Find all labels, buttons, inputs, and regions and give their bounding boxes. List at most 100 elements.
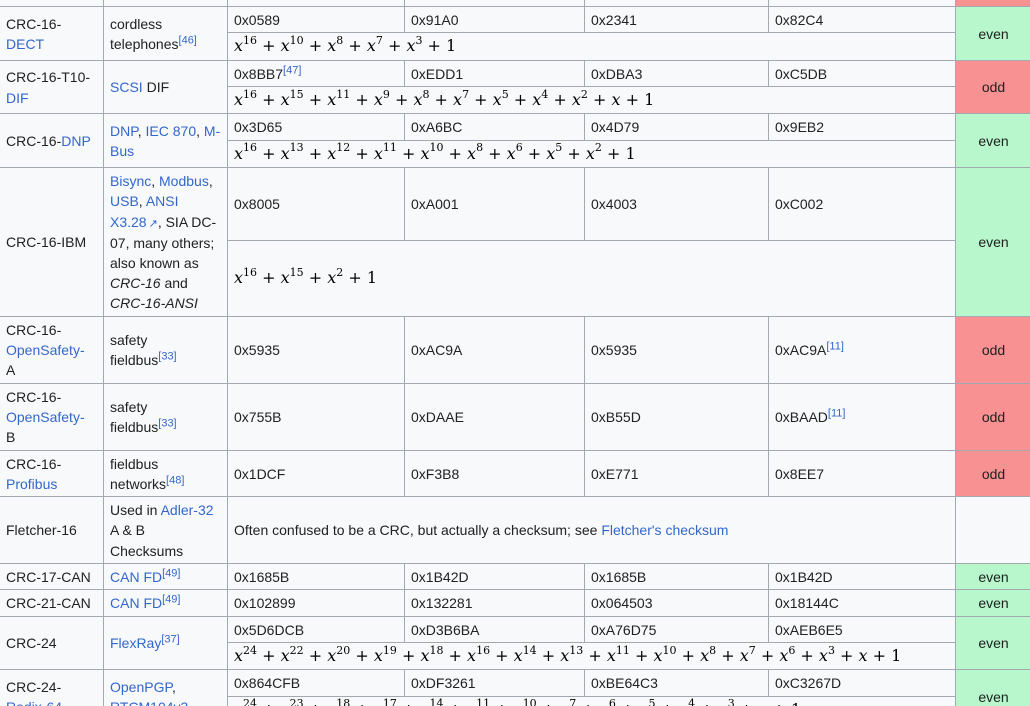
hex-cell-reversed: 0xF3B8 bbox=[404, 449, 585, 498]
hex-cell-reversed: 0x91A0 bbox=[404, 5, 585, 34]
static-text: CRC-16-T10- bbox=[6, 69, 91, 86]
reference-link[interactable]: [37] bbox=[161, 634, 179, 646]
uses-cell: fieldbus networks[48] bbox=[103, 449, 228, 498]
wiki-link[interactable]: Modbus bbox=[159, 173, 209, 189]
static-text: , bbox=[208, 173, 213, 190]
wiki-link[interactable]: IEC 870 bbox=[146, 123, 197, 139]
wiki-link[interactable]: FlexRay bbox=[110, 635, 161, 651]
hex-cell-reciprocal: 0x064503 bbox=[584, 589, 769, 617]
static-text: safety bbox=[110, 398, 148, 415]
wiki-link[interactable]: SCSI bbox=[110, 79, 143, 95]
crc-name-cell: CRC-16- DECT bbox=[0, 6, 104, 61]
uses-cell: CAN FD[49] bbox=[103, 563, 228, 591]
wiki-link[interactable]: DNP bbox=[110, 123, 138, 139]
static-text: fieldbus bbox=[110, 455, 159, 472]
external-link-icon[interactable]: ↗ bbox=[149, 218, 158, 230]
wiki-link[interactable]: Bisync bbox=[110, 173, 151, 189]
wiki-link[interactable]: OpenSafety- bbox=[6, 342, 85, 358]
hex-cell-reversed: 0xA001 bbox=[404, 167, 585, 241]
crc-name-cell: CRC-24 bbox=[0, 615, 104, 671]
hex-cell-reversed-reciprocal: 0x8EE7 bbox=[768, 449, 956, 498]
wiki-link[interactable]: Adler-32 bbox=[161, 502, 214, 518]
static-text: networks bbox=[110, 475, 167, 492]
crc-name-cell: CRC-16- Profibus bbox=[0, 449, 104, 498]
static-text: CRC-21-CAN bbox=[6, 595, 91, 612]
hex-cell-reversed-reciprocal: 0xAEB6E5 bbox=[768, 615, 956, 643]
wiki-link[interactable]: Profibus bbox=[6, 476, 57, 492]
static-text: fieldbus bbox=[110, 419, 159, 436]
hex-cell-reversed-reciprocal: 0xC3267D bbox=[768, 669, 956, 697]
static-text: CRC-16-IBM bbox=[6, 234, 87, 251]
wiki-link[interactable]: Radix-64 bbox=[6, 699, 62, 706]
hex-cell-reciprocal: 0xB55D bbox=[584, 382, 769, 451]
hex-cell-reciprocal: 0x2341 bbox=[584, 5, 769, 34]
reference-link[interactable]: [33] bbox=[158, 351, 176, 363]
hex-cell-reversed: 0xEDD1 bbox=[404, 59, 585, 87]
hex-cell-reversed: 0x1B42D bbox=[404, 563, 585, 591]
hex-cell-normal: 0x8BB7[47] bbox=[227, 59, 405, 87]
hex-cell-reversed-reciprocal: 0xC5DB bbox=[768, 59, 956, 87]
wiki-link[interactable]: CAN FD bbox=[110, 595, 162, 611]
table-row: Fletcher-16 Used in Adler-32 A & B Checks… bbox=[0, 496, 1030, 565]
static-text: CRC-16- bbox=[6, 388, 62, 405]
crc-name-cell: CRC-16- OpenSafety- B bbox=[0, 382, 104, 451]
table-row: CRC-16-IBM Bisync, Modbus, USB, ANSI X3.2… bbox=[0, 167, 1030, 317]
static-text: CRC-16- bbox=[6, 455, 62, 472]
static-text: , bbox=[137, 122, 146, 139]
wiki-link[interactable]: OpenPGP bbox=[110, 679, 172, 695]
reference-link[interactable]: [49] bbox=[162, 567, 180, 579]
hex-value: 0xAC9A bbox=[775, 342, 827, 359]
uses-cell: OpenPGP, RTCM104v3 bbox=[103, 669, 228, 706]
static-text: Fletcher-16 bbox=[6, 522, 77, 539]
table-row: CRC-16-DNP DNP, IEC 870, M-Bus 0x3D65 0xA6B… bbox=[0, 113, 1030, 169]
parity-cell: even bbox=[955, 589, 1030, 617]
reference-link[interactable]: [46] bbox=[179, 34, 197, 46]
reference-link[interactable]: [48] bbox=[166, 474, 184, 486]
static-text: safety bbox=[110, 331, 148, 348]
wiki-link[interactable]: RTCM104v3 bbox=[110, 699, 188, 706]
static-text: CRC-16- bbox=[6, 133, 62, 150]
parity-cell: odd bbox=[955, 382, 1030, 451]
static-text: , bbox=[196, 122, 204, 139]
parity-cell: even bbox=[955, 167, 1030, 317]
table-row: CRC-17-CAN CAN FD[49] 0x1685B 0x1B42D 0x1685… bbox=[0, 563, 1030, 591]
static-text: A bbox=[6, 362, 16, 379]
wiki-link[interactable]: USB bbox=[110, 193, 139, 209]
reference-link[interactable]: [33] bbox=[158, 417, 176, 429]
reference-link[interactable]: [47] bbox=[283, 64, 301, 76]
uses-cell: DNP, IEC 870, M-Bus bbox=[103, 113, 228, 169]
parity-cell: even bbox=[955, 669, 1030, 706]
static-text: fieldbus bbox=[110, 352, 159, 369]
wiki-link[interactable]: DNP bbox=[61, 133, 91, 149]
static-text: CRC-16-ANSI bbox=[110, 295, 198, 312]
hex-cell-reciprocal: 0x1685B bbox=[584, 563, 769, 591]
hex-cell-reversed: 0xDAAE bbox=[404, 382, 585, 451]
crc-name-cell: CRC-16-IBM bbox=[0, 167, 104, 317]
static-text: Often confused to be a CRC, but actually… bbox=[234, 522, 602, 539]
static-text: CRC-24- bbox=[6, 678, 62, 695]
table-row: CRC-16-T10-DIF SCSI DIF 0x8BB7[47] 0xEDD1 0x… bbox=[0, 59, 1030, 115]
wiki-link[interactable]: Fletcher's checksum bbox=[601, 522, 728, 538]
hex-cell-normal: 0x864CFB bbox=[227, 669, 405, 697]
hex-cell-reversed-reciprocal: 0x82C4 bbox=[768, 5, 956, 34]
reference-link[interactable]: [49] bbox=[162, 594, 180, 606]
wiki-link[interactable]: CAN FD bbox=[110, 569, 162, 585]
crc-name-cell: CRC-16- OpenSafety- A bbox=[0, 315, 104, 384]
hex-cell-normal: 0x1685B bbox=[227, 563, 405, 591]
hex-cell-reciprocal: 0xA76D75 bbox=[584, 615, 769, 643]
parity-cell bbox=[955, 496, 1030, 565]
wiki-link[interactable]: OpenSafety- bbox=[6, 409, 85, 425]
hex-cell-normal: 0x0589 bbox=[227, 5, 405, 34]
hex-cell-reciprocal: 0x4D79 bbox=[584, 113, 769, 141]
polynomial-cell: x16 + x15 + x11 + x9 + x8 + x7 + x5 + x4… bbox=[227, 85, 956, 115]
table-row: CRC-16-DECT cordless telephones[46] 0x0589… bbox=[0, 5, 1030, 61]
hex-value: 0xBAAD bbox=[775, 408, 828, 425]
crc-name-cell: CRC-17-CAN bbox=[0, 563, 104, 591]
polynomial-cell: x16 + x10 + x8 + x7 + x3 + 1 bbox=[227, 32, 956, 61]
polynomial-cell: x24 + x23 + x18 + x17 + x14 + x11 + x10 … bbox=[227, 695, 956, 706]
wiki-link[interactable]: DIF bbox=[6, 90, 29, 106]
reference-link[interactable]: [11] bbox=[828, 407, 846, 419]
uses-cell: safety fieldbus[33] bbox=[103, 382, 228, 451]
wiki-link[interactable]: DECT bbox=[6, 36, 44, 52]
reference-link[interactable]: [11] bbox=[826, 340, 844, 352]
